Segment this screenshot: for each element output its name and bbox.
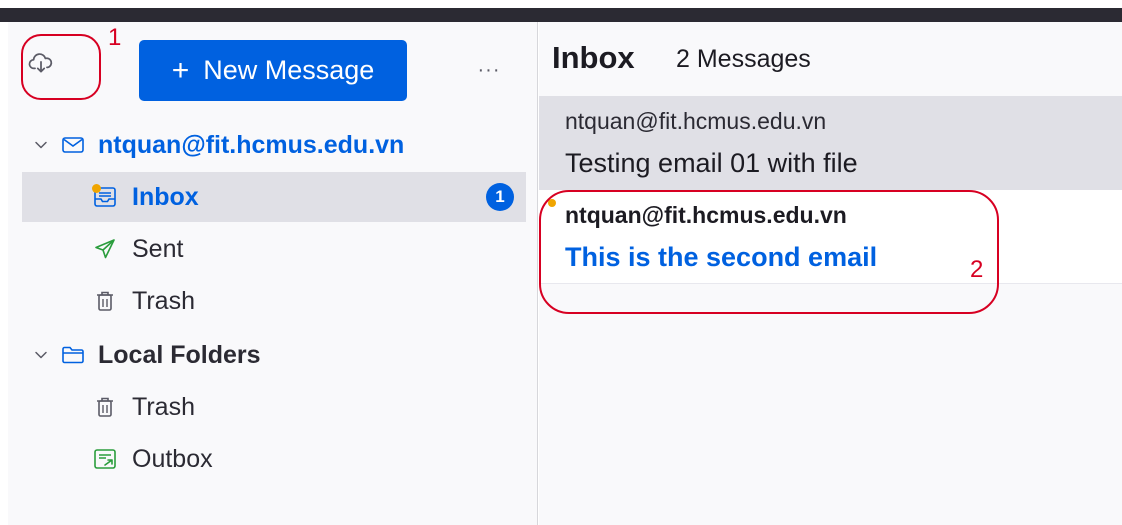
sent-label: Sent [132,234,184,263]
title-bar [0,0,1122,22]
message-row[interactable]: ntquan@fit.hcmus.edu.vn Testing email 01… [539,96,1122,190]
chevron-down-icon[interactable] [30,134,52,156]
folder-icon [60,342,86,368]
message-count: 2 Messages [676,45,811,73]
folder-item-trash[interactable]: Trash [22,276,526,326]
new-mail-indicator [92,184,101,193]
folder-item-local-trash[interactable]: Trash [22,382,526,432]
folder-item-outbox[interactable]: Outbox [22,434,526,484]
plus-icon: + [171,53,190,87]
local-trash-label: Trash [132,392,195,421]
inbox-icon [92,184,118,210]
unread-count-badge: 1 [486,183,514,211]
new-message-label: New Message [203,55,375,85]
new-message-button[interactable]: + New Message [139,40,407,101]
annotation-circle-2 [539,190,999,314]
trash-icon [92,394,118,420]
message-list-header: Inbox 2 Messages [539,22,1122,96]
folder-item-account[interactable]: ntquan@fit.hcmus.edu.vn [22,120,526,170]
chevron-down-icon[interactable] [30,344,52,366]
annotation-number-2: 2 [970,256,984,283]
local-folders-label: Local Folders [98,340,261,369]
folder-item-sent[interactable]: Sent [22,224,526,274]
paper-plane-icon [92,236,118,262]
more-options-button[interactable]: ··· [474,58,504,82]
outbox-icon [92,446,118,472]
outbox-label: Outbox [132,444,213,473]
inbox-label: Inbox [132,182,199,211]
trash-label: Trash [132,286,195,315]
account-label: ntquan@fit.hcmus.edu.vn [98,130,405,159]
annotation-circle-1 [21,34,101,100]
message-subject: Testing email 01 with file [565,148,858,178]
folder-item-local-folders[interactable]: Local Folders [22,330,526,380]
title-bar-strip [0,8,1122,22]
trash-icon [92,288,118,314]
message-sender: ntquan@fit.hcmus.edu.vn [565,108,827,134]
envelope-icon [60,132,86,158]
folder-item-inbox[interactable]: Inbox 1 [22,172,526,222]
annotation-number-1: 1 [108,24,122,51]
folder-title: Inbox [552,40,635,75]
